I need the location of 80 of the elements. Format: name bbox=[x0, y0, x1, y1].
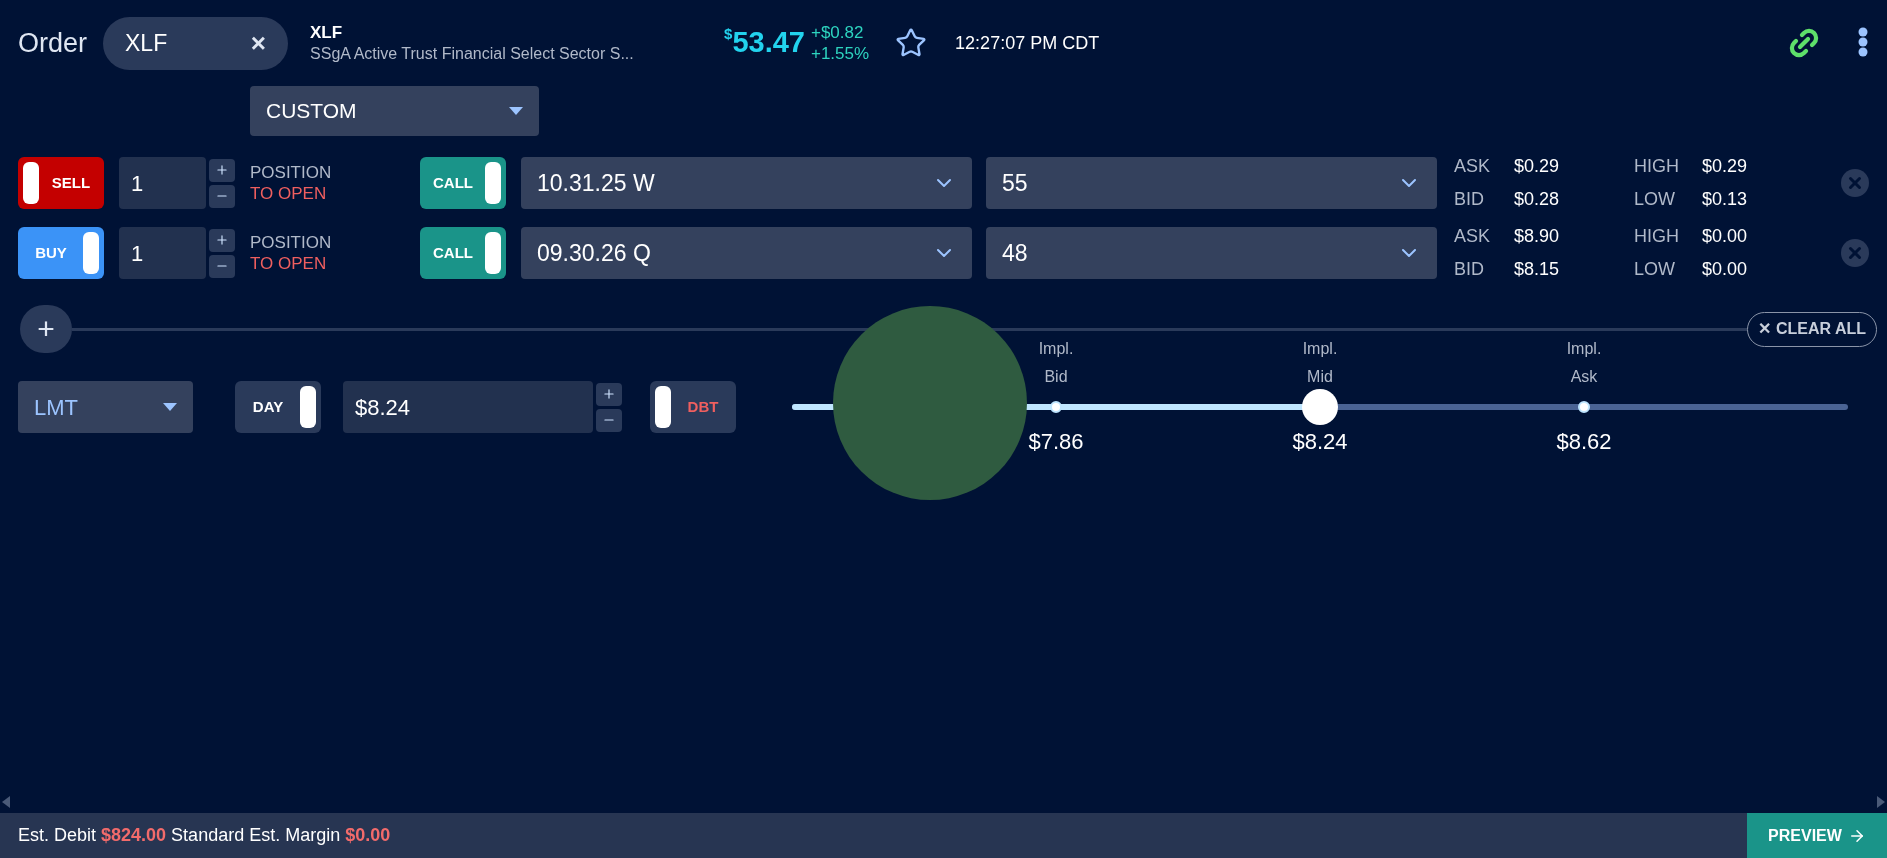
strategy-dropdown[interactable]: CUSTOM bbox=[250, 86, 539, 136]
order-type-dropdown[interactable]: LMT bbox=[18, 381, 193, 433]
time-label: 12:27:07 PM CDT bbox=[955, 31, 1100, 55]
mark-label: Impl. bbox=[1302, 339, 1338, 359]
position-effect[interactable]: TO OPEN bbox=[250, 253, 420, 275]
preview-button[interactable]: PREVIEW bbox=[1747, 813, 1887, 858]
range-value: $0.00 bbox=[1702, 258, 1749, 281]
range-label: LOW bbox=[1634, 258, 1676, 281]
range-label: HIGH bbox=[1634, 155, 1680, 178]
option-type-toggle[interactable]: CALL bbox=[420, 157, 506, 209]
strike-dropdown[interactable]: 48 bbox=[986, 227, 1437, 279]
plus-icon bbox=[215, 163, 229, 177]
plus-icon bbox=[215, 233, 229, 247]
plus-icon bbox=[602, 387, 616, 401]
duration-toggle[interactable]: DAY bbox=[235, 381, 321, 433]
clear-button[interactable]: × bbox=[250, 23, 267, 63]
action-toggle[interactable]: SELL bbox=[18, 157, 104, 209]
decrement-button[interactable] bbox=[209, 184, 235, 208]
position-effect[interactable]: TO OPEN bbox=[250, 183, 420, 205]
link-icon[interactable] bbox=[1787, 26, 1821, 60]
mark-price: $7.86 bbox=[1028, 428, 1084, 456]
increment-button[interactable] bbox=[596, 382, 622, 406]
mark-label: Impl. bbox=[1038, 339, 1074, 359]
quote-label: BID bbox=[1454, 258, 1485, 281]
quote-value: $0.28 bbox=[1514, 188, 1561, 211]
quantity-field[interactable]: 1 bbox=[119, 157, 206, 209]
caret-icon bbox=[163, 403, 177, 411]
slider-tick bbox=[1578, 401, 1590, 413]
decrement-button[interactable] bbox=[596, 408, 622, 432]
close-icon bbox=[1846, 244, 1864, 262]
add-leg-button[interactable]: + bbox=[20, 305, 72, 353]
strike-dropdown[interactable]: 55 bbox=[986, 157, 1437, 209]
slider-tick bbox=[1050, 401, 1062, 413]
scroll-right-icon[interactable] bbox=[1877, 796, 1885, 808]
decrement-button[interactable] bbox=[209, 254, 235, 278]
quantity-field[interactable]: 1 bbox=[119, 227, 206, 279]
increment-button[interactable] bbox=[209, 228, 235, 252]
option-type-toggle[interactable]: CALL bbox=[420, 227, 506, 279]
estimate-label: Standard Est. Margin bbox=[171, 824, 341, 847]
more-options-icon[interactable] bbox=[1857, 27, 1869, 59]
mark-sublabel: Bid bbox=[1044, 367, 1068, 387]
close-icon bbox=[1846, 174, 1864, 192]
quote-label: BID bbox=[1454, 188, 1485, 211]
expiry-dropdown[interactable]: 10.31.25 W bbox=[521, 157, 972, 209]
estimate-value: $0.00 bbox=[345, 824, 391, 847]
range-label: HIGH bbox=[1634, 225, 1680, 248]
last-price: $53.47 bbox=[724, 24, 805, 61]
mark-price: $8.62 bbox=[1556, 428, 1612, 456]
estimate-label: Est. Debit bbox=[18, 824, 97, 847]
expiry-dropdown[interactable]: 09.30.26 Q bbox=[521, 227, 972, 279]
estimate-value: $824.00 bbox=[101, 824, 167, 847]
scroll-left-icon[interactable] bbox=[2, 796, 10, 808]
symbol-chip[interactable]: XLF × bbox=[103, 16, 289, 70]
symbol-label: XLF bbox=[310, 22, 344, 44]
order-title: Order bbox=[18, 26, 88, 60]
quote-label: ASK bbox=[1454, 225, 1492, 248]
mark-price: $8.24 bbox=[1292, 428, 1348, 456]
slider-thumb[interactable] bbox=[1302, 389, 1338, 425]
position-label: POSITION bbox=[250, 161, 333, 183]
range-value: $0.13 bbox=[1702, 188, 1749, 211]
percent-change: +1.55% bbox=[810, 43, 870, 65]
range-value: $0.00 bbox=[1702, 225, 1749, 248]
favorite-star-icon[interactable] bbox=[895, 27, 928, 59]
symbol-description: SSgA Active Trust Financial Select Sector S... bbox=[310, 43, 635, 64]
quote-label: ASK bbox=[1454, 155, 1492, 178]
range-value: $0.29 bbox=[1702, 155, 1749, 178]
quote-value: $8.15 bbox=[1514, 258, 1561, 281]
increment-button[interactable] bbox=[209, 158, 235, 182]
price-change: +$0.82 bbox=[810, 21, 865, 43]
mark-label: Impl. bbox=[1566, 339, 1602, 359]
mark-sublabel: Mid bbox=[1307, 367, 1333, 387]
position-label: POSITION bbox=[250, 231, 333, 253]
debit-credit-toggle[interactable]: DBT bbox=[650, 381, 736, 433]
caret-icon bbox=[509, 107, 523, 115]
mark-sublabel: Ask bbox=[1570, 367, 1598, 387]
quote-value: $8.90 bbox=[1514, 225, 1561, 248]
quote-value: $0.29 bbox=[1514, 155, 1561, 178]
limit-price-field[interactable]: $8.24 bbox=[343, 381, 593, 433]
symbol-chip-text: XLF bbox=[125, 28, 168, 58]
range-label: LOW bbox=[1634, 188, 1676, 211]
